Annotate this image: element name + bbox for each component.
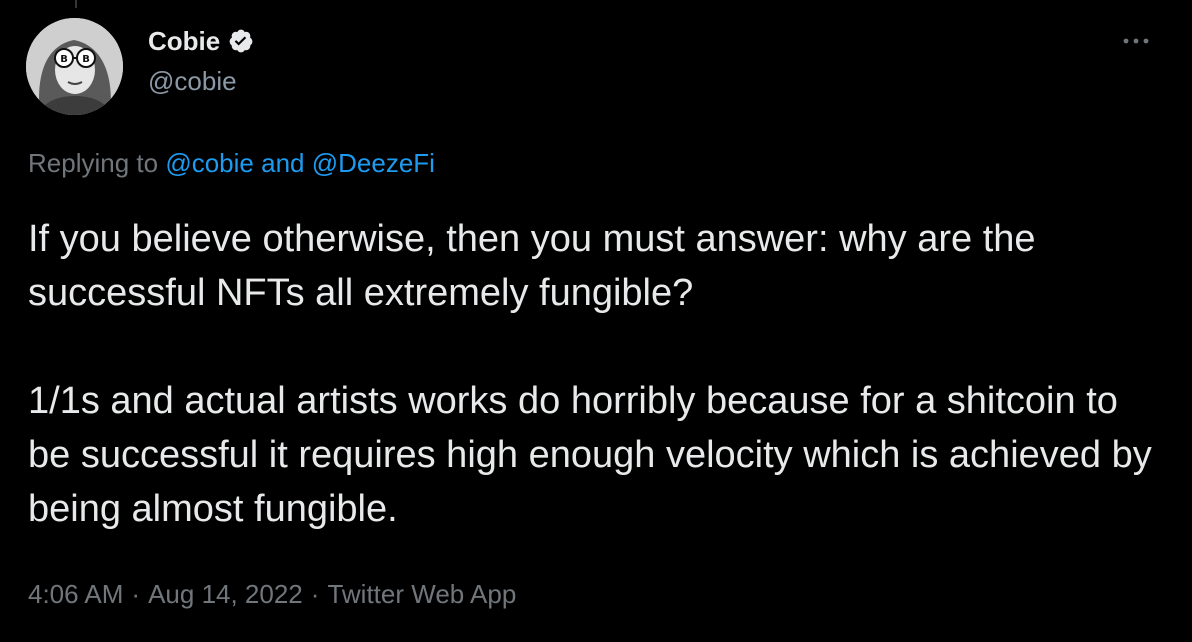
tweet-metadata: 4:06 AM · Aug 14, 2022 · Twitter Web App <box>28 577 516 611</box>
verified-badge-icon <box>228 28 254 54</box>
avatar-photo-icon: B B <box>26 18 123 115</box>
meta-separator: · <box>310 579 320 609</box>
reply-context: Replying to @cobie and @DeezeFi <box>28 146 435 180</box>
reply-prefix: Replying to <box>28 148 159 178</box>
tweet-paragraph: If you believe otherwise, then you must … <box>28 218 1036 314</box>
tweet-body: If you believe otherwise, then you must … <box>28 212 1168 536</box>
more-options-button[interactable] <box>1118 26 1154 56</box>
avatar[interactable]: B B <box>26 18 123 115</box>
tweet-source[interactable]: Twitter Web App <box>327 579 516 609</box>
display-name-row[interactable]: Cobie <box>148 24 254 58</box>
svg-text:B: B <box>82 54 90 65</box>
reply-user-link[interactable]: @cobie <box>165 148 254 178</box>
thread-connector-line <box>75 0 77 8</box>
tweet-time[interactable]: 4:06 AM <box>28 579 123 609</box>
meta-separator: · <box>131 579 141 609</box>
tweet-date[interactable]: Aug 14, 2022 <box>148 579 303 609</box>
display-name[interactable]: Cobie <box>148 24 220 58</box>
reply-conjunction: and <box>261 148 305 178</box>
user-handle[interactable]: @cobie <box>148 64 237 98</box>
reply-user-link[interactable]: @DeezeFi <box>312 148 435 178</box>
svg-text:B: B <box>60 54 68 65</box>
more-dots-icon <box>1123 38 1149 44</box>
tweet-paragraph: 1/1s and actual artists works do horribl… <box>28 380 1152 530</box>
